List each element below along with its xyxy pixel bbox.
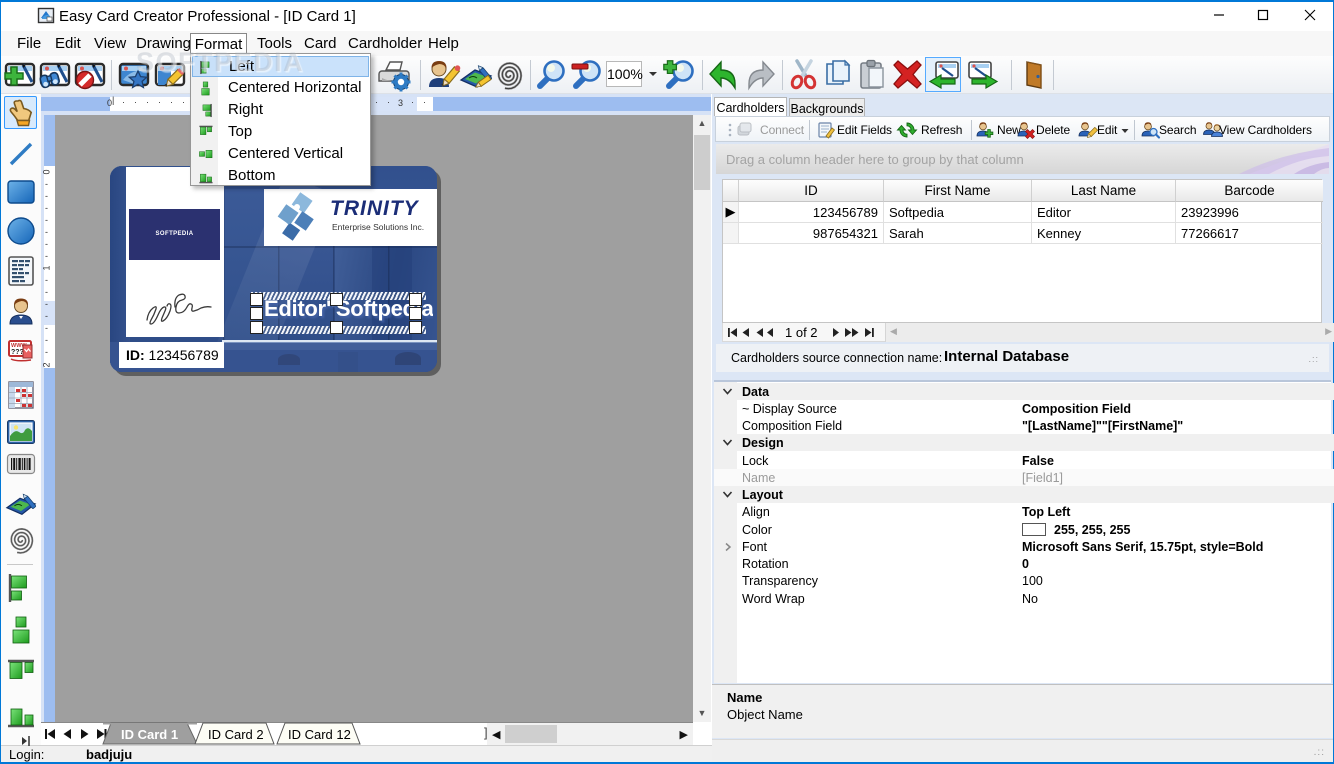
svg-text:???: ??? bbox=[11, 349, 24, 356]
